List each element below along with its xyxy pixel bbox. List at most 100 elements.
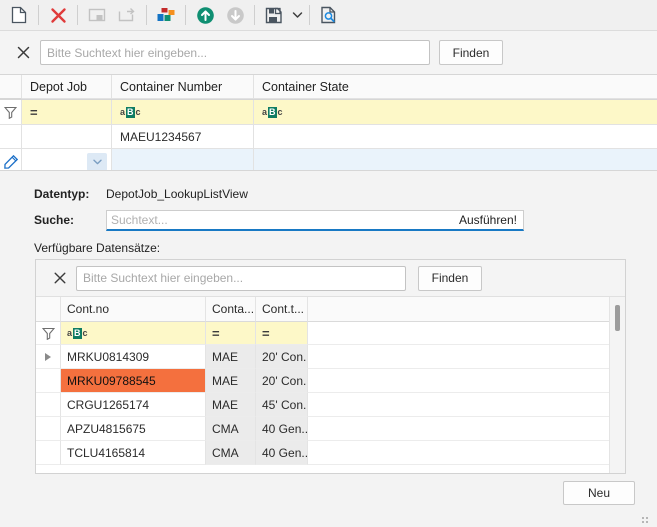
- column-header-filler: [308, 297, 625, 322]
- equals-filter-icon: =: [262, 325, 270, 341]
- suche-input[interactable]: [107, 211, 459, 228]
- cell-depot-job[interactable]: [22, 125, 112, 149]
- records-filter-cont-t[interactable]: =: [256, 322, 308, 345]
- cell-cont-no[interactable]: MRKU09788545: [61, 369, 206, 393]
- lookup-detail-panel: Datentyp: DepotJob_LookupListView Suche:…: [0, 170, 657, 527]
- cell-container-number[interactable]: MAEU1234567: [112, 125, 254, 149]
- verfuegbare-datensaetze-label: Verfügbare Datensätze:: [34, 241, 161, 255]
- document-search-icon: [321, 6, 336, 24]
- pencil-edit-icon: [3, 155, 18, 169]
- main-grid-filter-row: = aBc aBc: [0, 100, 657, 125]
- filter-cell-container-number[interactable]: aBc: [112, 100, 254, 125]
- cell-filler[interactable]: [308, 417, 625, 441]
- new-document-button[interactable]: [4, 2, 34, 28]
- top-find-button[interactable]: Finden: [439, 40, 503, 65]
- depot-job-dropdown-button[interactable]: [87, 153, 107, 171]
- column-header-container-number[interactable]: Container Number: [112, 75, 254, 99]
- toolbar-separator: [254, 5, 255, 25]
- column-header-container-state[interactable]: Container State: [254, 75, 657, 99]
- cell-cont-no[interactable]: CRGU1265174: [61, 393, 206, 417]
- inner-search-input[interactable]: [76, 265, 406, 291]
- column-header-conta[interactable]: Conta...: [206, 297, 256, 322]
- suche-label: Suche:: [34, 213, 75, 227]
- main-data-grid: Depot Job Container Number Container Sta…: [0, 75, 657, 176]
- cell-filler[interactable]: [308, 369, 625, 393]
- records-table-row[interactable]: CRGU1265174 MAE 45' Con...: [36, 393, 625, 417]
- filter-row-indicator[interactable]: [0, 100, 22, 125]
- records-row-indicator: [36, 393, 61, 417]
- download-arrow-down-icon: [226, 6, 244, 24]
- inner-find-button[interactable]: Finden: [418, 265, 482, 291]
- records-table-row[interactable]: MRKU09788545 MAE 20' Con...: [36, 369, 625, 393]
- cell-container-state[interactable]: [254, 125, 657, 149]
- open-external-icon: [118, 8, 135, 22]
- cell-cont-t[interactable]: 20' Con...: [256, 369, 308, 393]
- upload-button[interactable]: [190, 2, 220, 28]
- chevron-down-icon: [92, 159, 102, 165]
- abc-filter-icon: aBc: [262, 106, 283, 118]
- datentyp-label: Datentyp:: [34, 187, 90, 201]
- records-row-indicator[interactable]: [36, 345, 61, 369]
- records-body: MRKU0814309 MAE 20' Con... MRKU09788545 MAE 2…: [36, 345, 625, 465]
- records-filter-conta[interactable]: =: [206, 322, 256, 345]
- save-dropdown-button[interactable]: [289, 2, 305, 28]
- download-button[interactable]: [220, 2, 250, 28]
- records-filter-cont-no[interactable]: aBc: [61, 322, 206, 345]
- cell-cont-no[interactable]: TCLU4165814: [61, 441, 206, 465]
- cell-cont-t[interactable]: 40 Gen...: [256, 417, 308, 441]
- cell-cont-t[interactable]: 40 Gen...: [256, 441, 308, 465]
- equals-filter-icon: =: [212, 325, 220, 341]
- cell-filler[interactable]: [308, 345, 625, 369]
- neu-button[interactable]: Neu: [563, 481, 635, 505]
- document-search-button[interactable]: [314, 2, 344, 28]
- cell-conta[interactable]: CMA: [206, 441, 256, 465]
- close-search-button[interactable]: [8, 38, 38, 68]
- main-grid-header-row: Depot Job Container Number Container Sta…: [0, 75, 657, 100]
- cell-filler[interactable]: [308, 393, 625, 417]
- filter-cell-depot-job[interactable]: =: [22, 100, 112, 125]
- records-filter-filler: [308, 322, 625, 345]
- cell-cont-no[interactable]: APZU4815675: [61, 417, 206, 441]
- resize-grip[interactable]: [642, 513, 652, 523]
- cell-conta[interactable]: MAE: [206, 369, 256, 393]
- layout-blocks-button[interactable]: [151, 2, 181, 28]
- open-external-button[interactable]: [112, 2, 142, 28]
- top-search-bar: Finden: [0, 31, 657, 75]
- delete-button[interactable]: [43, 2, 73, 28]
- records-row-indicator: [36, 417, 61, 441]
- records-table-row[interactable]: APZU4815675 CMA 40 Gen...: [36, 417, 625, 441]
- cell-conta[interactable]: CMA: [206, 417, 256, 441]
- records-filter-indicator[interactable]: [36, 322, 61, 345]
- cell-cont-t[interactable]: 20' Con...: [256, 345, 308, 369]
- cell-conta[interactable]: MAE: [206, 345, 256, 369]
- save-button[interactable]: [259, 2, 289, 28]
- cell-conta[interactable]: MAE: [206, 393, 256, 417]
- records-header-row: Cont.no Conta... Cont.t...: [36, 297, 625, 322]
- records-table-row[interactable]: TCLU4165814 CMA 40 Gen...: [36, 441, 625, 465]
- records-vertical-scrollbar[interactable]: [609, 297, 625, 473]
- new-document-icon: [11, 6, 27, 24]
- table-row[interactable]: MAEU1234567: [0, 125, 657, 149]
- scrollbar-thumb[interactable]: [615, 305, 620, 331]
- inner-search-bar: Finden: [36, 260, 625, 297]
- inner-close-search-button[interactable]: [48, 266, 72, 290]
- top-search-input[interactable]: [40, 40, 430, 65]
- cell-filler[interactable]: [308, 441, 625, 465]
- column-header-depot-job[interactable]: Depot Job: [22, 75, 112, 99]
- records-grid: Cont.no Conta... Cont.t... aBc = = MRKU0…: [36, 297, 625, 473]
- column-header-cont-no[interactable]: Cont.no: [61, 297, 206, 322]
- cell-cont-t[interactable]: 45' Con...: [256, 393, 308, 417]
- ausfuehren-button[interactable]: Ausführen!: [459, 213, 523, 227]
- records-table-row[interactable]: MRKU0814309 MAE 20' Con...: [36, 345, 625, 369]
- suche-field: Suche: Ausführen!: [34, 209, 657, 231]
- chevron-down-icon: [292, 12, 302, 18]
- filter-funnel-icon: [41, 327, 55, 340]
- filter-cell-container-state[interactable]: aBc: [254, 100, 657, 125]
- records-header-indicator: [36, 297, 61, 322]
- header-indicator-cell: [0, 75, 22, 99]
- datentyp-field: Datentyp: DepotJob_LookupListView: [34, 183, 657, 205]
- restore-window-button[interactable]: [82, 2, 112, 28]
- records-row-indicator: [36, 441, 61, 465]
- cell-cont-no[interactable]: MRKU0814309: [61, 345, 206, 369]
- column-header-cont-t[interactable]: Cont.t...: [256, 297, 308, 322]
